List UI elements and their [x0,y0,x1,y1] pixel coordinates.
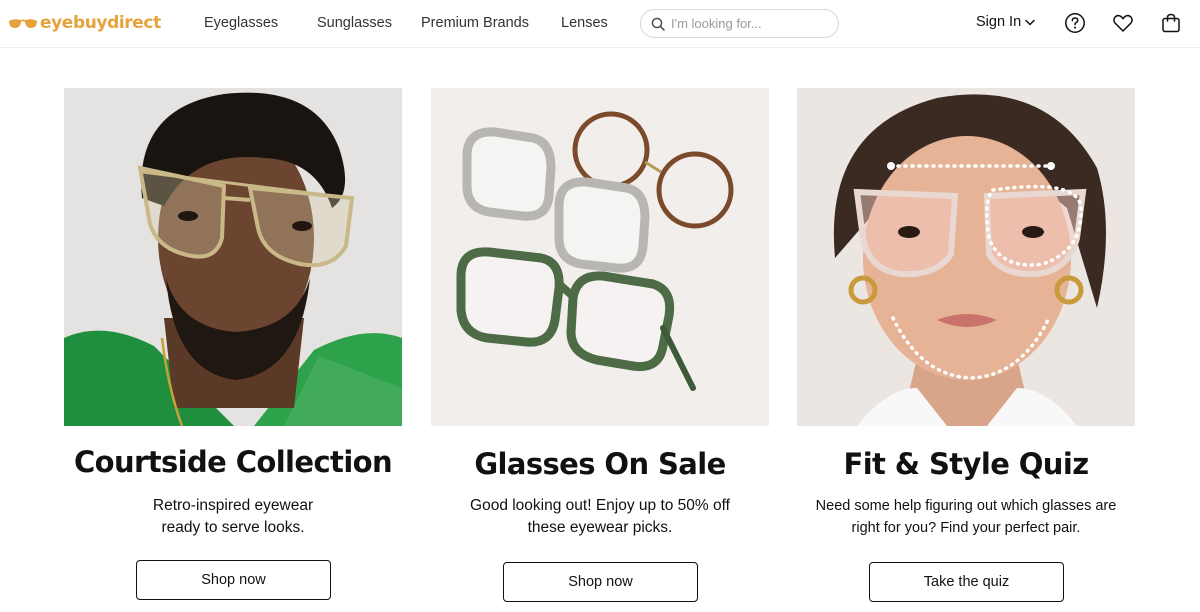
signin-menu[interactable]: Sign In [976,14,1035,30]
cart-icon[interactable] [1160,12,1182,34]
card-desc-line: ready to serve looks. [161,519,305,536]
card-desc-line: right for you? Find your perfect pair. [851,520,1081,536]
face-shape-model-image[interactable] [797,88,1135,426]
chevron-down-icon [1025,19,1035,25]
nav-sunglasses[interactable]: Sunglasses [317,15,392,31]
nav-premium-brands[interactable]: Premium Brands [421,15,529,31]
card-title: Courtside Collection [73,445,393,479]
glasses-logo-icon [9,19,37,28]
shop-now-button[interactable]: Shop now [136,560,331,600]
promo-card-quiz: Fit & Style Quiz Need some help figuring… [797,88,1135,602]
search-input[interactable] [671,16,831,31]
card-desc-line: Good looking out! Enjoy up to 50% off [470,497,730,514]
search-bar [640,9,839,38]
card-title: Fit & Style Quiz [843,447,1090,481]
nav-lenses[interactable]: Lenses [561,15,608,31]
signin-label: Sign In [976,14,1022,30]
card-description: Retro-inspired eyewear ready to serve lo… [64,495,402,539]
brand-logo[interactable]: eyebuydirect [8,11,161,35]
heart-icon[interactable] [1112,12,1134,34]
search-icon[interactable] [651,17,665,31]
shop-now-button[interactable]: Shop now [503,562,698,602]
glasses-product-image[interactable] [431,88,769,426]
card-desc-line: these eyewear picks. [527,519,673,536]
card-title: Glasses On Sale [474,447,726,481]
card-desc-line: Need some help figuring out which glasse… [815,498,1117,514]
card-desc-line: Retro-inspired eyewear [152,497,314,514]
promo-card-courtside: Courtside Collection Retro-inspired eyew… [64,88,402,600]
card-description: Good looking out! Enjoy up to 50% off th… [431,495,769,539]
promo-card-sale: Glasses On Sale Good looking out! Enjoy … [431,88,769,602]
site-header: eyebuydirect Eyeglasses Sunglasses Premi… [0,0,1200,48]
courtside-model-image[interactable] [64,88,402,426]
take-quiz-button[interactable]: Take the quiz [869,562,1064,602]
card-description: Need some help figuring out which glasse… [797,495,1135,539]
help-icon[interactable] [1064,12,1086,34]
nav-eyeglasses[interactable]: Eyeglasses [204,15,278,31]
logo-wordmark: eyebuydirect [40,13,161,33]
